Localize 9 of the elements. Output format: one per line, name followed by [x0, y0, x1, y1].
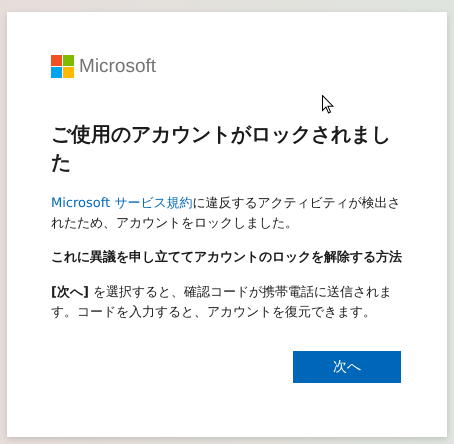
terms-link[interactable]: Microsoft サービス規約 — [51, 196, 192, 211]
logo-icon — [51, 55, 74, 78]
notice-text: Microsoft サービス規約に違反するアクティビティが検出されたため、アカウントをロックしました。 — [51, 195, 402, 233]
mouse-pointer-icon — [322, 95, 334, 114]
instructions-text: [次へ] を選択すると、確認コードが携帯電話に送信されます。コードを入力すると、アカウントを復元できます。 — [51, 284, 394, 322]
brand-name: Microsoft — [79, 56, 156, 78]
heading: ご使用のアカウントがロックされました — [51, 121, 392, 176]
subheading: これに異議を申し立ててアカウントのロックを解除する方法 — [51, 248, 403, 267]
next-button[interactable]: 次へ — [293, 351, 401, 383]
